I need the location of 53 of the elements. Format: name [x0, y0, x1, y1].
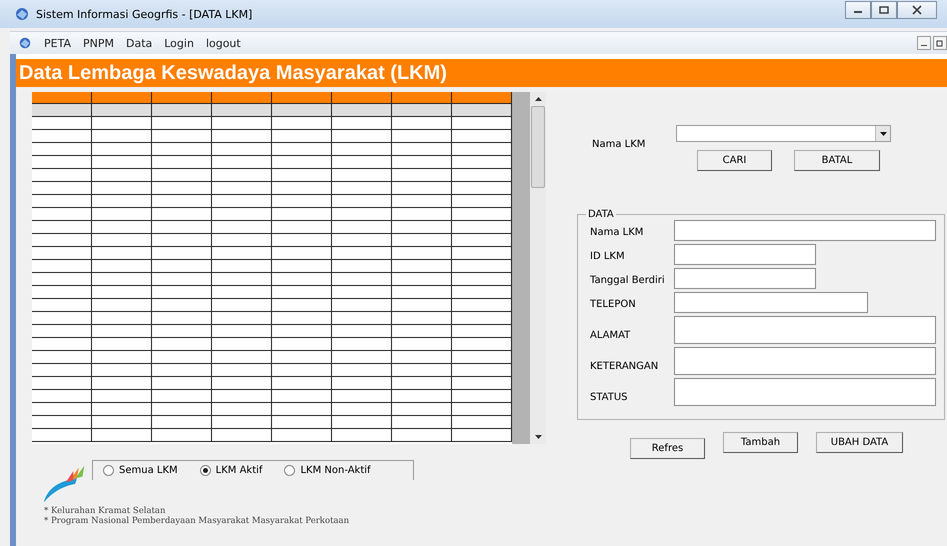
action-button[interactable]: Refres	[630, 438, 705, 459]
field-label: Tanggal Berdiri	[590, 275, 666, 288]
input-field[interactable]	[674, 347, 936, 375]
input-field[interactable]	[674, 292, 868, 313]
action-button[interactable]: UBAH DATA	[816, 432, 903, 453]
close-button[interactable]	[897, 1, 937, 19]
radio-button[interactable]	[103, 465, 114, 476]
radio-button[interactable]	[200, 465, 211, 476]
restore-button[interactable]	[933, 36, 947, 50]
field-label: ALAMAT	[590, 330, 632, 343]
menu-item[interactable]: PETA	[44, 36, 71, 50]
page-title: Data Lembaga Keswadaya Masyarakat (LKM)	[19, 62, 447, 84]
dropdown[interactable]	[676, 125, 891, 142]
field-label: TELEPON	[590, 299, 637, 312]
radio-button[interactable]	[284, 465, 296, 476]
minimize-button[interactable]	[917, 36, 931, 50]
scroll-down-icon[interactable]	[534, 435, 542, 439]
radio-option[interactable]: LKM Aktif	[200, 465, 262, 476]
menu-item[interactable]: Login	[164, 36, 194, 50]
field-label: KETERANGAN	[590, 361, 660, 374]
globe-icon	[14, 6, 30, 22]
restore-icon	[936, 39, 944, 47]
close-icon	[912, 5, 922, 15]
group-title: DATA	[587, 209, 615, 220]
input-field[interactable]	[674, 220, 936, 241]
caret-icon	[880, 132, 886, 136]
radio-option[interactable]: Semua LKM	[103, 465, 178, 476]
input-field[interactable]	[674, 268, 816, 289]
action-button[interactable]: Tambah	[723, 432, 798, 453]
maximize-button[interactable]	[871, 1, 897, 19]
scrollbar[interactable]	[530, 92, 546, 444]
scroll-thumb[interactable]	[531, 106, 545, 188]
field-label: Nama LKM	[590, 227, 644, 240]
search-button[interactable]: CARI	[697, 150, 772, 171]
field-label: Nama LKM	[592, 139, 646, 150]
window-title: Sistem Informasi Geogrfis - [DATA LKM]	[36, 8, 252, 20]
scroll-up-icon[interactable]	[534, 97, 542, 101]
menu-item[interactable]: Data	[126, 36, 152, 50]
menu-item[interactable]: PNPM	[82, 36, 114, 50]
data-grid[interactable]	[32, 92, 512, 444]
search-button[interactable]: BATAL	[794, 150, 880, 171]
footnote: * Kelurahan Kramat Selatan	[44, 506, 166, 516]
field-label: STATUS	[590, 392, 629, 405]
radio-option[interactable]: LKM Non-Aktif	[284, 465, 371, 476]
field-label: ID LKM	[590, 251, 626, 264]
menu-item[interactable]: logout	[206, 36, 241, 50]
footnote: * Program Nasional Pemberdayaan Masyarakat Masyarakat Perkotaan	[44, 516, 350, 526]
input-field[interactable]	[674, 378, 936, 406]
minimize-button[interactable]	[845, 1, 871, 19]
globe-icon	[18, 36, 32, 50]
maximize-icon	[879, 6, 889, 14]
input-field[interactable]	[674, 244, 816, 265]
input-field[interactable]	[674, 316, 936, 344]
